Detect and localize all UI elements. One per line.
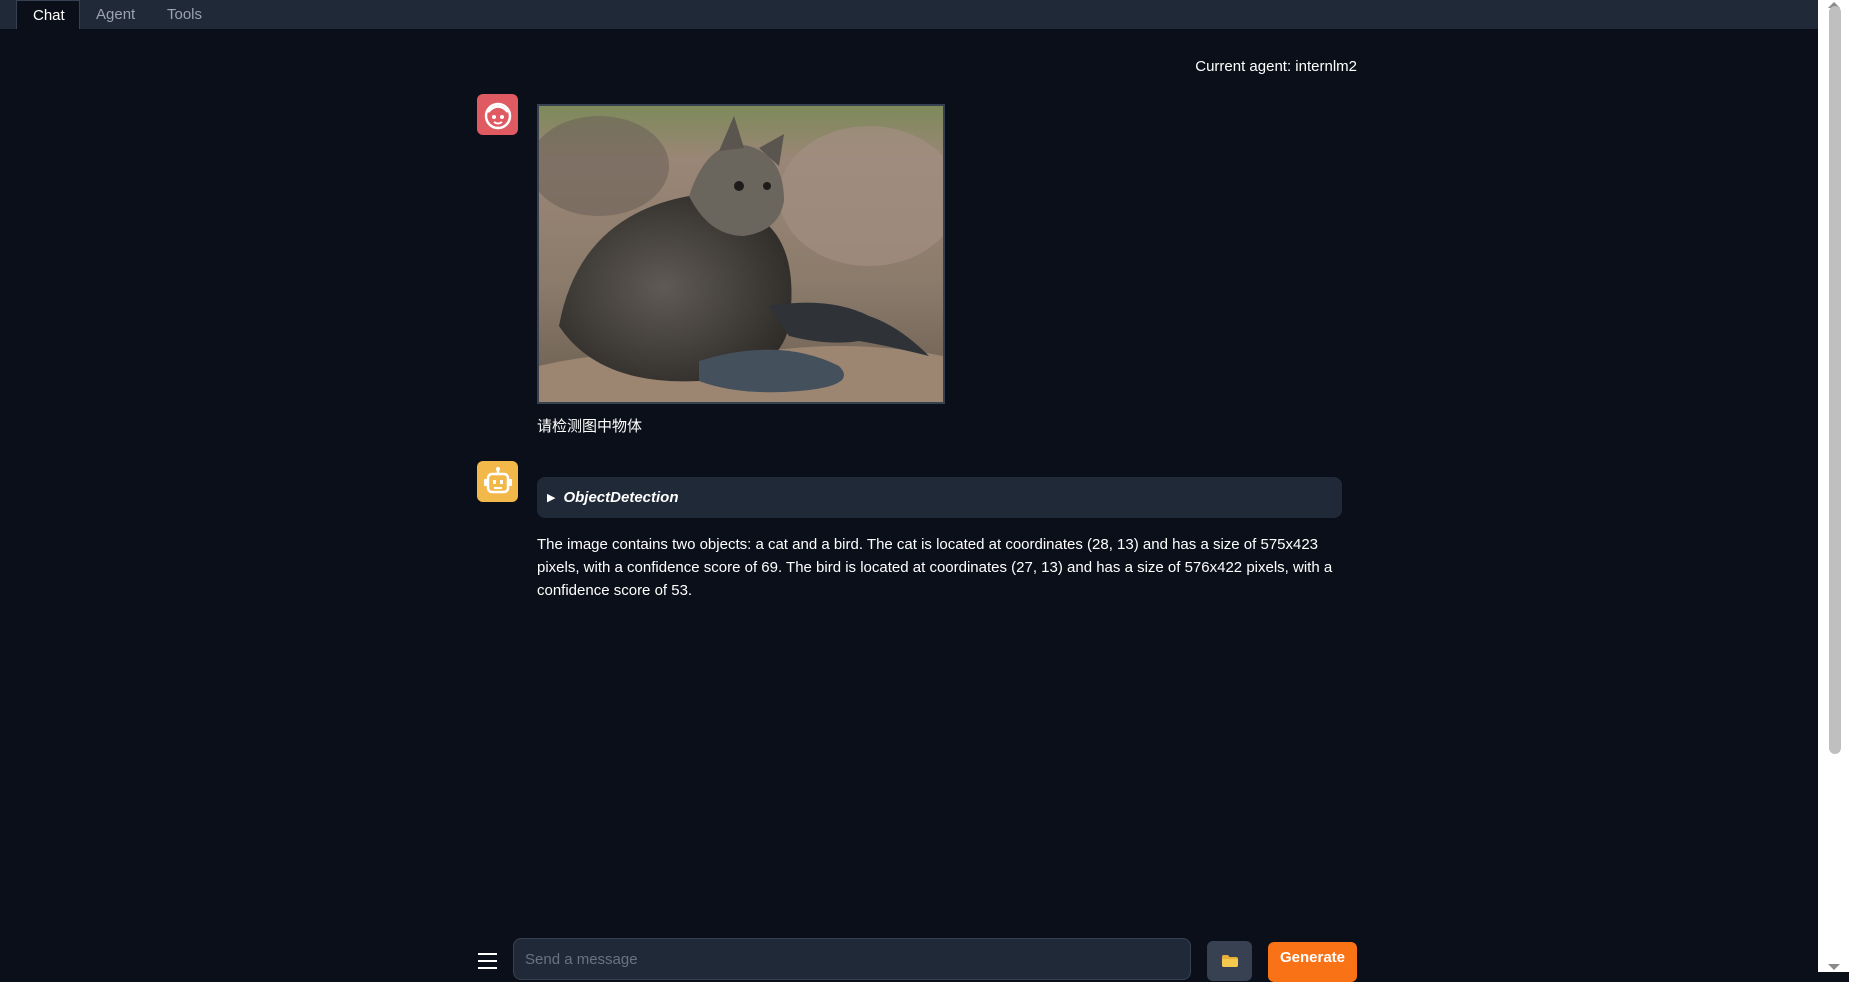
robot-icon	[483, 466, 512, 493]
tab-tools[interactable]: Tools	[151, 0, 218, 29]
tab-chat-label: Chat	[33, 7, 65, 24]
tool-call-toggle[interactable]: ▶ ObjectDetection	[537, 477, 1342, 518]
user-face-icon	[484, 102, 511, 129]
message-input[interactable]	[513, 938, 1191, 980]
generate-button[interactable]: Generate	[1268, 942, 1357, 982]
tab-bar: Chat Agent Tools	[0, 0, 1818, 29]
scrollbar-thumb[interactable]	[1829, 6, 1841, 754]
cat-photo-illustration	[539, 106, 943, 402]
current-agent-label: Current agent: internlm2	[1195, 58, 1357, 75]
user-message-text: 请检测图中物体	[537, 418, 643, 435]
tab-tools-label: Tools	[167, 6, 203, 23]
scrollbar[interactable]	[1818, 0, 1849, 972]
hamburger-menu-icon[interactable]	[477, 950, 499, 972]
tab-agent[interactable]: Agent	[80, 0, 151, 29]
uploaded-cat-image	[537, 104, 945, 404]
tab-agent-label: Agent	[96, 6, 136, 23]
bot-response-text: The image contains two objects: a cat an…	[537, 536, 1333, 599]
scroll-down-arrow-icon[interactable]	[1828, 964, 1840, 970]
tool-call-name: ObjectDetection	[563, 489, 679, 506]
folder-icon	[1221, 955, 1238, 967]
tab-chat[interactable]: Chat	[16, 0, 80, 29]
user-avatar	[477, 94, 518, 135]
bot-avatar	[477, 461, 518, 502]
upload-button[interactable]	[1207, 941, 1252, 981]
triangle-right-icon: ▶	[547, 492, 556, 504]
